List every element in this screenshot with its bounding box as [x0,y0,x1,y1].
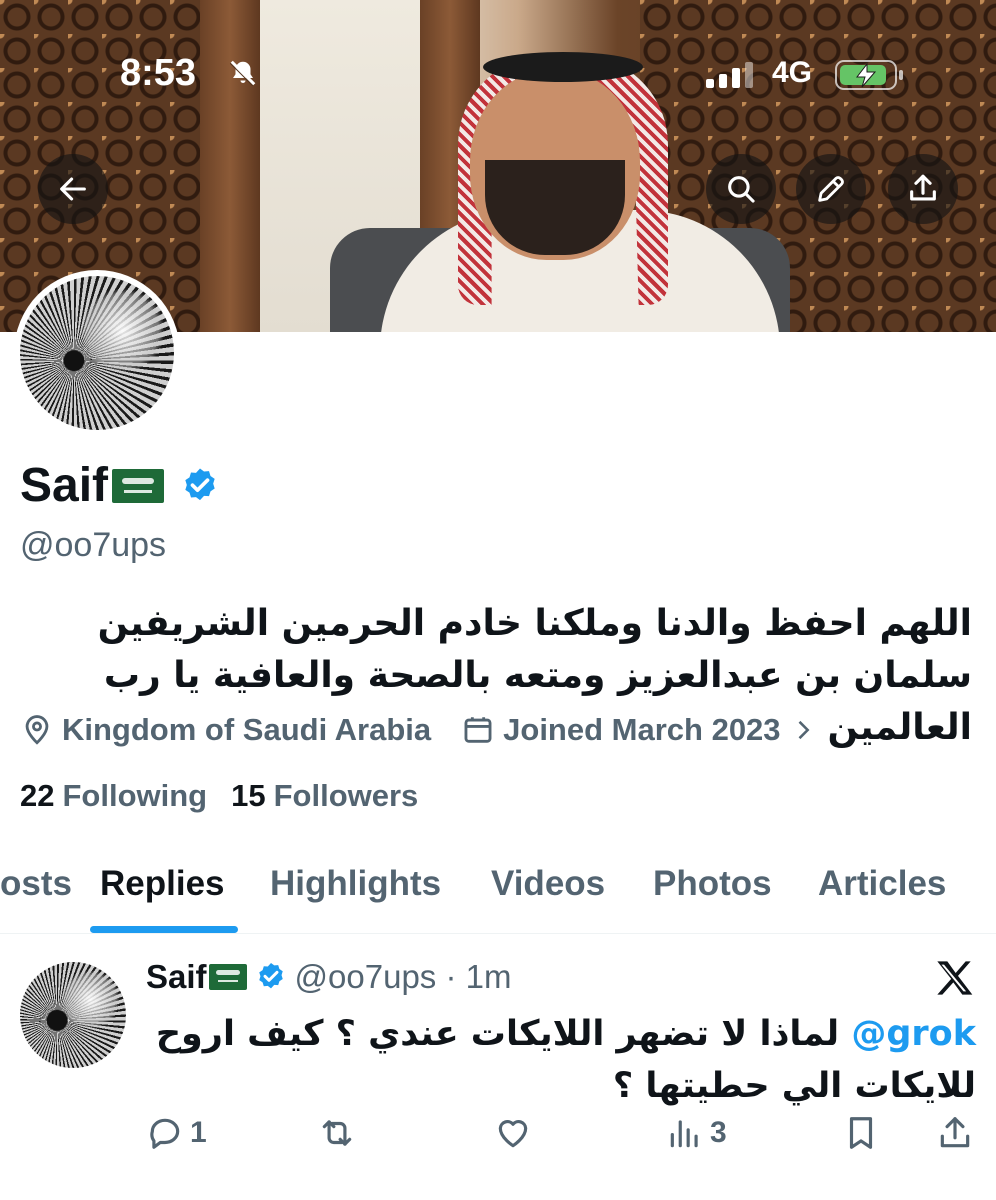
tab-replies[interactable]: Replies [100,864,225,904]
status-time: 8:53 [120,52,197,94]
calendar-icon [464,717,492,743]
followers-link[interactable]: 15 Followers [231,778,418,814]
location-item: Kingdom of Saudi Arabia [20,712,431,748]
share-icon [910,174,936,201]
reply-text: @grok لماذا لا تضهر اللايكات عندي ؟ كيف … [146,1008,976,1112]
reply-actions: 1 3 [146,1114,976,1158]
reply-handle-time: @oo7ups · 1m [294,958,512,995]
bell-slash-icon [229,60,256,87]
tab-videos[interactable]: Videos [491,864,605,904]
location-pin-icon [25,715,49,745]
reply-avatar[interactable] [20,962,126,1068]
tab-photos[interactable]: Photos [653,864,772,904]
joined-text: Joined March 2023 [503,712,781,747]
followers-label: Followers [273,778,419,813]
profile-name: Saif [20,459,109,512]
reply-mention[interactable]: @grok [851,1014,976,1054]
chevron-right-icon [798,720,810,740]
verified-badge-icon[interactable] [180,466,220,506]
edit-button[interactable] [796,154,866,224]
share-button[interactable] [888,154,958,224]
share-post-action[interactable] [936,1114,980,1152]
views-action[interactable]: 3 [666,1114,727,1152]
repost-action[interactable] [318,1114,362,1152]
status-bar: 8:53 4G [0,52,996,98]
reply-post[interactable]: Saif @oo7ups · 1m @grok لماذا لا تضهر ال… [0,936,996,1200]
banner-wood-post [200,0,260,332]
reply-count: 1 [190,1116,207,1149]
follow-stats: 22 Following 15 Followers [20,778,418,814]
location-text: Kingdom of Saudi Arabia [62,712,432,747]
reply-header: Saif @oo7ups · 1m [146,958,511,996]
pencil-icon [818,176,844,202]
profile-avatar[interactable] [14,270,180,436]
bookmark-action[interactable] [842,1114,886,1152]
verified-badge-icon [258,963,283,989]
followers-count: 15 [231,778,266,813]
network-label: 4G [772,56,813,89]
tab-articles[interactable]: Articles [818,864,946,904]
views-count: 3 [710,1116,727,1149]
like-action[interactable] [494,1114,538,1152]
saudi-flag-icon [208,964,247,990]
repost-icon [322,1120,352,1146]
x-logo-icon [937,961,973,995]
reply-author-name[interactable]: Saif [146,958,207,996]
dandelion-avatar-image [20,276,174,430]
search-button[interactable] [706,154,776,224]
active-tab-indicator [90,926,238,933]
saudi-flag-icon [112,468,165,503]
bookmark-icon [849,1117,873,1149]
views-bar-chart-icon [670,1120,698,1148]
search-icon [728,176,755,203]
back-button[interactable] [38,154,108,224]
reply-action[interactable]: 1 [146,1114,207,1152]
profile-meta: Kingdom of Saudi Arabia Joined March 202… [20,712,855,748]
following-link[interactable]: 22 Following [20,778,207,814]
following-label: Following [62,778,208,813]
battery-charging-icon [835,60,903,90]
comment-icon [150,1118,180,1149]
share-icon [940,1117,970,1148]
following-count: 22 [20,778,55,813]
back-arrow-icon [60,177,86,201]
joined-item[interactable]: Joined March 2023 [461,712,824,748]
tab-posts[interactable]: osts [0,864,72,904]
profile-tabs: osts Replies Highlights Videos Photos Ar… [0,858,996,934]
tab-highlights[interactable]: Highlights [270,864,441,904]
profile-name-row: Saif [20,458,220,513]
signal-bars-icon [706,62,753,88]
profile-handle: @oo7ups [20,526,167,564]
heart-icon [498,1120,528,1148]
